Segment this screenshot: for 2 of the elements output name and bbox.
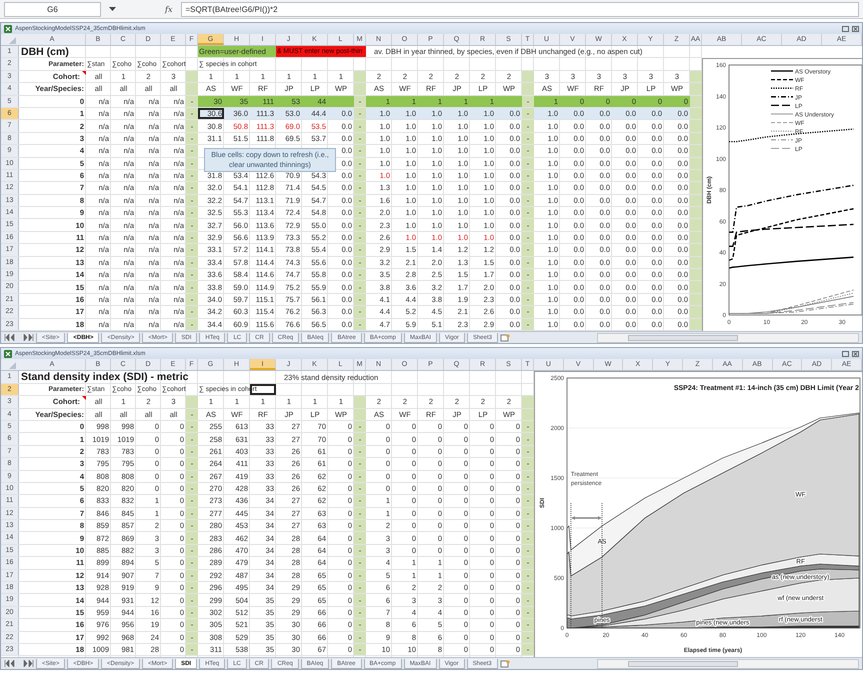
sheet-title: DBH (cm) xyxy=(20,46,70,58)
sheet-title: Stand density index (SDI) - metric xyxy=(20,371,190,384)
